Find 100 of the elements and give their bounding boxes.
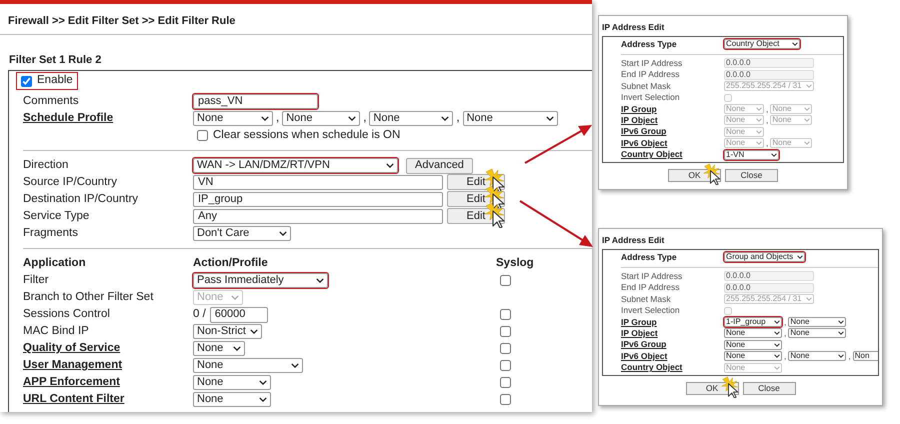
link[interactable]: User Management	[23, 356, 193, 374]
dropdown[interactable]: None	[193, 358, 303, 373]
link[interactable]: Country Object	[621, 361, 724, 374]
dropdown[interactable]: None	[193, 392, 271, 407]
dropdown[interactable]: 1-IP_group	[724, 317, 782, 327]
link[interactable]: IPv6 Group	[621, 125, 724, 138]
link[interactable]: IPv6 Group	[621, 338, 724, 352]
dropdown[interactable]: 1-VN	[724, 150, 779, 160]
text-field[interactable]: IP_group	[193, 192, 443, 207]
chevron-down-icon	[797, 255, 804, 260]
checkbox[interactable]	[500, 275, 511, 286]
clear-sessions-checkbox[interactable]: Clear sessions when schedule is ON	[193, 126, 400, 144]
number-field[interactable]: 60000	[210, 306, 268, 322]
checkbox[interactable]	[500, 326, 511, 337]
field-label: Start IP Address	[621, 57, 684, 70]
checkbox[interactable]	[500, 394, 511, 405]
separator: ,	[848, 350, 851, 363]
field-label: Address Type	[621, 38, 678, 51]
separator: ,	[456, 110, 460, 126]
separator: ,	[784, 350, 786, 363]
link[interactable]: IP Object	[621, 327, 724, 340]
link[interactable]: Schedule Profile	[23, 110, 193, 128]
close-button[interactable]: Close	[725, 169, 778, 182]
separator: ,	[276, 110, 280, 126]
dropdown[interactable]: Don't Care	[193, 226, 291, 241]
field-label: Comments	[23, 94, 80, 109]
chevron-down-icon	[774, 342, 780, 347]
text-field[interactable]: Any	[193, 209, 443, 224]
dropdown[interactable]: Non	[852, 351, 878, 362]
checkbox[interactable]	[500, 309, 511, 320]
chevron-down-icon	[804, 118, 810, 122]
field-label: Service Type	[23, 208, 90, 224]
chevron-down-icon	[804, 107, 810, 111]
chevron-down-icon	[291, 363, 299, 368]
field-label: Branch to Other Filter Set	[23, 290, 154, 305]
dialog-title: IP Address Edit	[601, 234, 666, 247]
link[interactable]: Quality of Service	[23, 340, 193, 358]
chevron-down-icon	[259, 397, 267, 402]
checkbox[interactable]	[500, 360, 511, 371]
dropdown[interactable]: Country Object	[724, 39, 800, 50]
chevron-down-icon	[804, 141, 810, 146]
text-field[interactable]: VN	[193, 175, 443, 190]
dropdown[interactable]: None	[193, 341, 245, 356]
dropdown[interactable]: None	[788, 317, 846, 327]
chevron-down-icon	[806, 84, 812, 88]
field-label: Address Type	[621, 250, 678, 264]
chevron-down-icon	[348, 116, 356, 121]
checkbox[interactable]	[500, 343, 511, 354]
text-field[interactable]: pass_VN	[193, 94, 318, 109]
advanced-button[interactable]: Advanced	[406, 158, 473, 174]
link[interactable]: IP Object	[621, 114, 724, 127]
link[interactable]: Country Object	[621, 148, 724, 161]
breadcrumb: Firewall >> Edit Filter Set >> Edit Filter Rule	[0, 4, 592, 34]
dropdown[interactable]: None	[788, 328, 846, 338]
checkbox[interactable]	[21, 76, 32, 86]
enable-checkbox[interactable]: Enable	[17, 73, 77, 89]
dropdown[interactable]: None	[193, 111, 273, 126]
chevron-down-icon	[231, 295, 239, 300]
chevron-down-icon	[250, 329, 258, 334]
separator: ,	[784, 327, 786, 340]
chevron-down-icon	[838, 354, 844, 358]
field-label: Destination IP/Country	[23, 192, 140, 207]
close-button[interactable]: Close	[742, 382, 796, 396]
field-label: Invert Selection	[621, 91, 681, 104]
field-label: Subnet Mask	[621, 80, 672, 93]
pointer-arrow	[524, 125, 592, 164]
chevron-down-icon	[316, 278, 324, 283]
dropdown[interactable]: None	[724, 351, 782, 362]
checkbox[interactable]	[197, 130, 208, 141]
link[interactable]: APP Enforcement	[23, 374, 193, 392]
dropdown[interactable]: None	[462, 111, 558, 126]
dropdown[interactable]: None	[282, 111, 360, 126]
dropdown[interactable]: None	[724, 340, 782, 350]
chevron-down-icon	[261, 116, 269, 121]
chevron-down-icon	[771, 152, 777, 157]
separator: ,	[766, 114, 768, 127]
separator: ,	[766, 136, 768, 150]
field-label: Invert Selection	[621, 304, 681, 317]
field-label: End IP Address	[621, 281, 680, 294]
dropdown[interactable]: None	[193, 375, 271, 390]
dropdown[interactable]: None	[369, 111, 454, 126]
link[interactable]: IPv6 Object	[621, 350, 724, 363]
dropdown[interactable]: Pass Immediately	[193, 273, 328, 288]
chevron-down-icon	[774, 354, 780, 358]
checkbox[interactable]	[500, 377, 511, 388]
chevron-down-icon	[774, 366, 780, 370]
chevron-down-icon	[838, 320, 844, 324]
dropdown[interactable]: Non-Strict	[193, 324, 262, 339]
dropdown[interactable]: None	[724, 328, 782, 338]
field-label: Fragments	[23, 226, 79, 241]
section-title: Filter Set 1 Rule 2	[8, 52, 102, 68]
dropdown[interactable]: Group and Objects	[724, 252, 806, 262]
chevron-down-icon	[756, 118, 762, 122]
dropdown[interactable]: WAN -> LAN/DMZ/RT/VPN	[193, 158, 398, 173]
field-label: MAC Bind IP	[23, 324, 90, 339]
dropdown[interactable]: None	[788, 351, 846, 362]
link[interactable]: IP Group	[621, 102, 724, 116]
link[interactable]: IPv6 Object	[621, 136, 724, 150]
link[interactable]: URL Content Filter	[23, 390, 193, 408]
link[interactable]: IP Group	[621, 316, 724, 328]
